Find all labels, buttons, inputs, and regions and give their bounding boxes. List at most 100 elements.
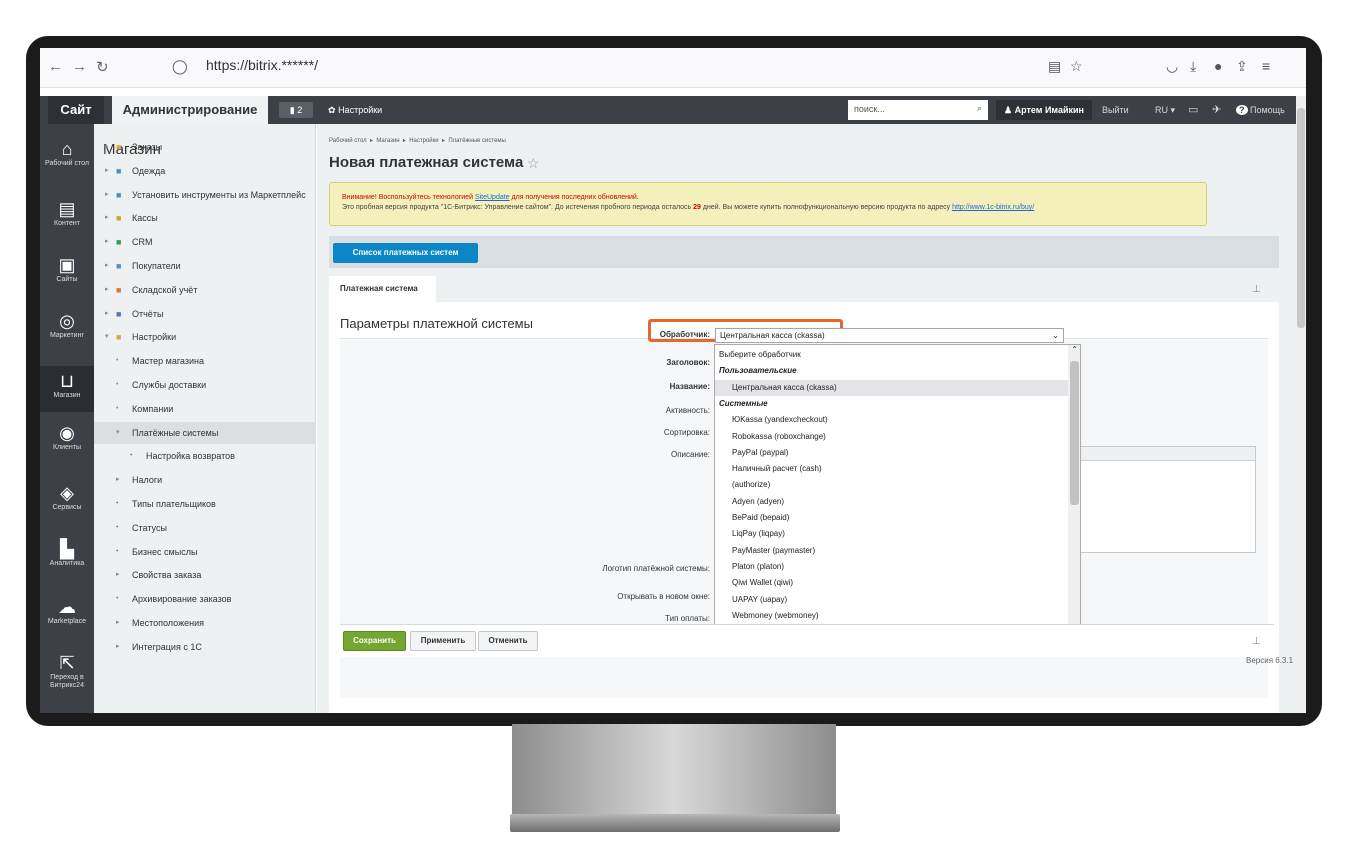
chevron-down-icon[interactable]: ▾: [105, 326, 109, 348]
menu-marketing[interactable]: ◎ Маркетинг: [40, 310, 94, 340]
chevron-right-icon[interactable]: ▸: [105, 136, 109, 158]
pin-icon[interactable]: ⊥: [1252, 636, 1261, 647]
dropdown-option[interactable]: Platon (platon): [715, 559, 1069, 575]
handler-dropdown-list[interactable]: Выберите обработчик Пользовательские Центр…: [714, 344, 1081, 656]
user-menu[interactable]: ♟ Артем Имайкин: [996, 100, 1092, 120]
payment-systems-list-button[interactable]: Список платежных систем: [333, 243, 478, 263]
menu-sites[interactable]: ▣ Сайты: [40, 254, 94, 284]
search-input[interactable]: поиск... ⌕: [848, 100, 988, 120]
tree-item[interactable]: • Статусы: [94, 517, 316, 539]
extension-icon[interactable]: ●: [1214, 58, 1222, 74]
tree-item[interactable]: ▸ ■ Кассы: [94, 207, 316, 229]
tree-item[interactable]: • Службы доставки: [94, 374, 316, 396]
breadcrumb-item[interactable]: Магазин: [376, 138, 399, 144]
handler-select[interactable]: Центральная касса (ckassa) ⌄: [715, 328, 1064, 343]
favorite-star-icon[interactable]: ☆: [527, 155, 540, 172]
description-editor[interactable]: [1080, 446, 1256, 553]
tree-item[interactable]: ▸ Свойства заказа: [94, 564, 316, 586]
tree-item[interactable]: ▾ ■ Настройки: [94, 326, 316, 348]
dropdown-option[interactable]: Webmoney (webmoney): [715, 608, 1069, 624]
tree-item[interactable]: • Компании: [94, 398, 316, 420]
chevron-right-icon[interactable]: ▸: [116, 469, 120, 491]
menu-content[interactable]: ▤ Контент: [40, 198, 94, 228]
menu-clients[interactable]: ◉ Клиенты: [40, 422, 94, 452]
tree-item[interactable]: ▸ ■ Покупатели: [94, 255, 316, 277]
tab-admin[interactable]: Администрирование: [112, 96, 268, 126]
dropdown-scroll-thumb[interactable]: [1070, 361, 1079, 505]
dropdown-option[interactable]: (authorize): [715, 477, 1069, 493]
search-icon[interactable]: ⌕: [977, 103, 982, 114]
help-link[interactable]: ? Помощь: [1236, 96, 1285, 124]
buy-link[interactable]: http://www.1c-bitrix.ru/buy/: [952, 204, 1034, 211]
language-select[interactable]: RU ▾: [1155, 96, 1175, 124]
back-icon[interactable]: ←: [48, 58, 63, 75]
tree-item[interactable]: • Настройка возвратов: [94, 445, 316, 467]
menu-marketplace[interactable]: ☁ Marketplace: [40, 596, 94, 626]
tree-item[interactable]: ▸ ■ CRM: [94, 231, 316, 253]
tree-item[interactable]: ▸ ■ Складской учёт: [94, 279, 316, 301]
pin-icon[interactable]: ⊥: [1252, 284, 1261, 295]
tab-payment-system[interactable]: Платежная система: [329, 276, 436, 302]
tree-item[interactable]: ▸ Интеграция с 1С: [94, 636, 316, 658]
cancel-button[interactable]: Отменить: [478, 631, 538, 651]
download-icon[interactable]: ⤓: [1190, 58, 1196, 75]
dropdown-option[interactable]: PayPal (paypal): [715, 445, 1069, 461]
settings-link[interactable]: ✿ Настройки: [328, 96, 382, 124]
chevron-right-icon[interactable]: ▸: [105, 255, 109, 277]
dropdown-option[interactable]: PayMaster (paymaster): [715, 543, 1069, 559]
breadcrumb-item[interactable]: Настройки: [409, 138, 438, 144]
favorites-icon[interactable]: ▭: [1188, 96, 1198, 124]
dropdown-option[interactable]: Наличный расчет (cash): [715, 461, 1069, 477]
tree-item[interactable]: • Архивирование заказов: [94, 588, 316, 610]
apply-button[interactable]: Применить: [410, 631, 476, 651]
chevron-right-icon[interactable]: ▸: [105, 207, 109, 229]
chevron-right-icon[interactable]: ▸: [105, 279, 109, 301]
notifications-badge[interactable]: ▮ 2: [279, 102, 313, 118]
share-icon[interactable]: ⇪: [1236, 58, 1248, 75]
menu-analytics[interactable]: ▙ Аналитика: [40, 538, 94, 568]
chevron-right-icon[interactable]: ▸: [105, 231, 109, 253]
chevron-right-icon[interactable]: ▸: [105, 303, 109, 325]
breadcrumb-item[interactable]: Платёжные системы: [448, 138, 506, 144]
scroll-up-icon[interactable]: ⌃: [1071, 345, 1078, 354]
pin-icon[interactable]: ✈: [1212, 96, 1221, 124]
breadcrumb-item[interactable]: Рабочий стол: [329, 138, 367, 144]
tree-item[interactable]: • Мастер магазина: [94, 350, 316, 372]
logout-link[interactable]: Выйти: [1102, 96, 1129, 124]
dropdown-option[interactable]: Adyen (adyen): [715, 494, 1069, 510]
dropdown-option[interactable]: Robokassa (roboxchange): [715, 429, 1069, 445]
menu-services[interactable]: ◈ Сервисы: [40, 482, 94, 512]
tree-item[interactable]: ▸ ■ Установить инструменты из Маркетплейс: [94, 184, 316, 206]
menu-shop[interactable]: ⊔ Магазин: [40, 366, 94, 412]
chevron-right-icon[interactable]: ▸: [116, 636, 120, 658]
dropdown-option[interactable]: Выберите обработчик: [715, 347, 1069, 363]
chevron-right-icon[interactable]: ▸: [105, 184, 109, 206]
dropdown-option[interactable]: Qiwi Wallet (qiwi): [715, 575, 1069, 591]
bookmark-star-icon[interactable]: ☆: [1070, 58, 1083, 75]
tree-item[interactable]: ▸ ■ Отчёты: [94, 303, 316, 325]
url-bar[interactable]: https://bitrix.******/: [206, 57, 318, 73]
tree-item[interactable]: ▸ Налоги: [94, 469, 316, 491]
tree-item[interactable]: ▸ Местоположения: [94, 612, 316, 634]
dropdown-option[interactable]: ЮKassa (yandexcheckout): [715, 412, 1069, 428]
forward-icon[interactable]: →: [72, 58, 87, 75]
menu-icon[interactable]: ≡: [1262, 58, 1270, 74]
chevron-down-icon[interactable]: ▾: [116, 422, 120, 444]
tree-item[interactable]: ▾ Платёжные системы: [94, 421, 316, 444]
dropdown-option[interactable]: Центральная касса (ckassa): [715, 379, 1069, 396]
dropdown-option[interactable]: UAPAY (uapay): [715, 592, 1069, 608]
chevron-right-icon[interactable]: ▸: [105, 160, 109, 182]
tree-item[interactable]: • Типы плательщиков: [94, 493, 316, 515]
tree-item[interactable]: ▸ ■ Заказы: [94, 136, 316, 158]
tab-site[interactable]: Сайт: [48, 96, 104, 124]
menu-desktop[interactable]: ⌂ Рабочий стол: [40, 138, 94, 168]
save-button[interactable]: Сохранить: [343, 631, 406, 651]
chevron-right-icon[interactable]: ▸: [116, 564, 120, 586]
pocket-icon[interactable]: ◡: [1166, 58, 1178, 75]
reader-icon[interactable]: ▤: [1048, 58, 1061, 75]
reload-icon[interactable]: ↻: [96, 58, 109, 76]
dropdown-option[interactable]: LiqPay (liqpay): [715, 526, 1069, 542]
siteupdate-link[interactable]: SiteUpdate: [475, 194, 510, 201]
page-scroll-thumb[interactable]: [1297, 108, 1305, 328]
dropdown-option[interactable]: BePaid (bepaid): [715, 510, 1069, 526]
